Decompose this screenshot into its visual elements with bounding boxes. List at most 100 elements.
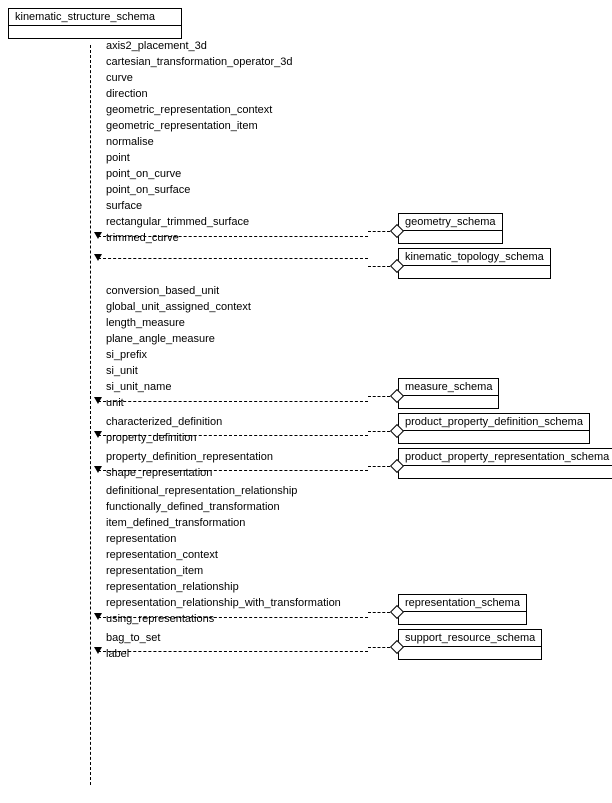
target-schema-body xyxy=(399,431,589,443)
target-schema-title: product_property_representation_schema xyxy=(399,449,612,466)
horizontal-connector-left xyxy=(98,236,368,237)
imported-item: label xyxy=(106,646,368,662)
imported-item: bag_to_set xyxy=(106,630,368,646)
imported-item: characterized_definition xyxy=(106,414,368,430)
imported-item: cartesian_transformation_operator_3d xyxy=(106,54,368,70)
target-schema-box: representation_schema xyxy=(398,594,527,625)
imported-item: length_measure xyxy=(106,315,368,331)
imported-item: geometric_representation_context xyxy=(106,102,368,118)
target-schema-box: product_property_representation_schema xyxy=(398,448,612,479)
group-row: conversion_based_unitglobal_unit_assigne… xyxy=(8,283,612,413)
imported-item: point_on_surface xyxy=(106,182,368,198)
target-schema-title: representation_schema xyxy=(399,595,526,612)
target-schema-title: kinematic_topology_schema xyxy=(399,249,550,266)
imported-item: normalise xyxy=(106,134,368,150)
item-list xyxy=(98,261,368,283)
target-schema-title: geometry_schema xyxy=(399,214,502,231)
connector xyxy=(368,226,398,236)
item-list-column: bag_to_setlabel xyxy=(8,630,368,664)
target-schema-title: support_resource_schema xyxy=(399,630,541,647)
imported-item: functionally_defined_transformation xyxy=(106,499,368,515)
target-schema-body xyxy=(399,647,541,659)
imported-item: property_definition_representation xyxy=(106,449,368,465)
imported-item: global_unit_assigned_context xyxy=(106,299,368,315)
dependency-group: characterized_definitionproperty_definit… xyxy=(8,413,612,448)
horizontal-connector-left xyxy=(98,470,368,471)
imported-item: definitional_representation_relationship xyxy=(106,483,368,499)
target-schema-box: measure_schema xyxy=(398,378,499,409)
imported-item: item_defined_transformation xyxy=(106,515,368,531)
dependency-group: conversion_based_unitglobal_unit_assigne… xyxy=(8,283,612,413)
imported-item: si_prefix xyxy=(106,347,368,363)
horizontal-connector xyxy=(368,612,390,613)
connector xyxy=(368,607,398,617)
connector xyxy=(368,426,398,436)
imported-item: plane_angle_measure xyxy=(106,331,368,347)
imported-item: si_unit_name xyxy=(106,379,368,395)
item-list-column: conversion_based_unitglobal_unit_assigne… xyxy=(8,283,368,413)
target-schema-title: product_property_definition_schema xyxy=(399,414,589,431)
imported-item: conversion_based_unit xyxy=(106,283,368,299)
dependency-group: definitional_representation_relationship… xyxy=(8,483,612,629)
imported-item: surface xyxy=(106,198,368,214)
target-schema-box: geometry_schema xyxy=(398,213,503,244)
target-schema-body xyxy=(399,266,550,278)
item-list-column: axis2_placement_3dcartesian_transformati… xyxy=(8,38,368,248)
connector xyxy=(368,391,398,401)
imported-item: point_on_curve xyxy=(106,166,368,182)
imported-item: trimmed_curve xyxy=(106,230,368,246)
horizontal-connector-left xyxy=(98,435,368,436)
item-list: property_definition_representationshape_… xyxy=(98,449,368,483)
horizontal-connector-left xyxy=(98,258,368,259)
item-list-column: property_definition_representationshape_… xyxy=(8,449,368,483)
imported-item: point xyxy=(106,150,368,166)
imported-item: unit xyxy=(106,395,368,411)
horizontal-connector xyxy=(368,431,390,432)
horizontal-connector-left xyxy=(98,401,368,402)
imported-item: rectangular_trimmed_surface xyxy=(106,214,368,230)
source-schema-body xyxy=(9,26,181,38)
horizontal-connector xyxy=(368,466,390,467)
imported-item: representation_relationship xyxy=(106,579,368,595)
connector xyxy=(368,261,398,271)
item-list: axis2_placement_3dcartesian_transformati… xyxy=(98,38,368,248)
item-list: bag_to_setlabel xyxy=(98,630,368,664)
dependency-group: kinematic_topology_schema xyxy=(8,248,612,283)
target-schema-box: kinematic_topology_schema xyxy=(398,248,551,279)
imported-item: curve xyxy=(106,70,368,86)
group-row: definitional_representation_relationship… xyxy=(8,483,612,629)
target-schema-body xyxy=(399,396,498,408)
imported-item: axis2_placement_3d xyxy=(106,38,368,54)
item-list: characterized_definitionproperty_definit… xyxy=(98,414,368,448)
dependency-group: bag_to_setlabel support_resource_schema xyxy=(8,629,612,664)
item-list-column xyxy=(8,261,368,283)
imported-item: representation xyxy=(106,531,368,547)
connector xyxy=(368,642,398,652)
imported-item: representation_relationship_with_transfo… xyxy=(106,595,368,611)
imported-item: representation_context xyxy=(106,547,368,563)
target-schema-title: measure_schema xyxy=(399,379,498,396)
dependency-group: axis2_placement_3dcartesian_transformati… xyxy=(8,38,612,248)
source-schema-title: kinematic_structure_schema xyxy=(9,9,181,26)
imported-item: property_definition xyxy=(106,430,368,446)
dependency-group: property_definition_representationshape_… xyxy=(8,448,612,483)
imported-item: si_unit xyxy=(106,363,368,379)
item-list-column: characterized_definitionproperty_definit… xyxy=(8,414,368,448)
imported-item: shape_representation xyxy=(106,465,368,481)
horizontal-connector-left xyxy=(98,651,368,652)
target-schema-body xyxy=(399,231,502,243)
target-schema-box: support_resource_schema xyxy=(398,629,542,660)
connector xyxy=(368,461,398,471)
imported-item: representation_item xyxy=(106,563,368,579)
horizontal-connector xyxy=(368,647,390,648)
item-list: conversion_based_unitglobal_unit_assigne… xyxy=(98,283,368,413)
horizontal-connector xyxy=(368,266,390,267)
horizontal-connector xyxy=(368,396,390,397)
imported-item: direction xyxy=(106,86,368,102)
target-schema-box: product_property_definition_schema xyxy=(398,413,590,444)
item-list-column: definitional_representation_relationship… xyxy=(8,483,368,629)
target-schema-body xyxy=(399,612,526,624)
imported-item: geometric_representation_item xyxy=(106,118,368,134)
source-schema-box: kinematic_structure_schema xyxy=(8,8,182,39)
horizontal-connector xyxy=(368,231,390,232)
